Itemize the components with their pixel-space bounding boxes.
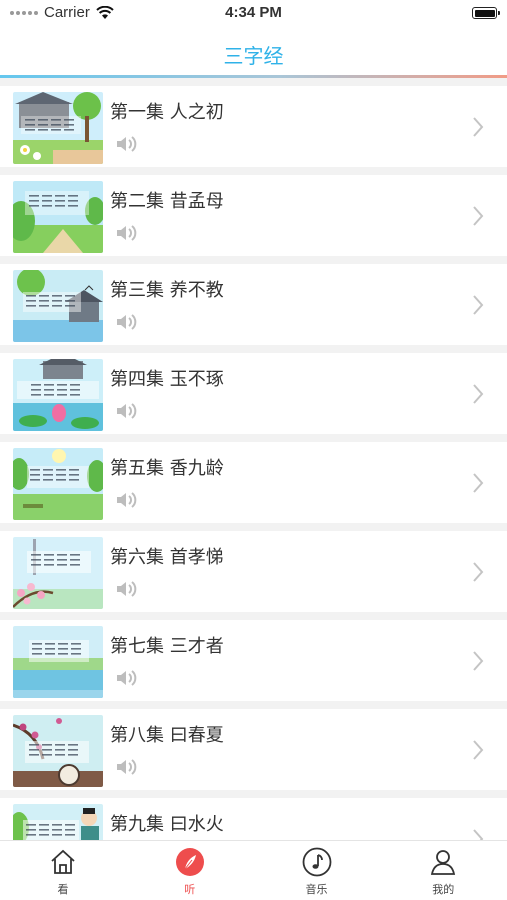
chevron-right-icon	[473, 117, 484, 137]
episode-title: 第七集 三才者	[110, 636, 224, 657]
nav-bar: 三字经	[0, 28, 507, 78]
tab-label: 音乐	[305, 883, 328, 896]
music-note-icon	[302, 847, 332, 877]
episode-title: 第二集 昔孟母	[110, 191, 224, 212]
episode-row[interactable]: 第九集 曰水火	[0, 798, 507, 840]
tab-label: 听	[184, 883, 196, 896]
tab-listen[interactable]: 听	[127, 841, 253, 900]
speaker-icon[interactable]	[113, 754, 139, 780]
episode-row[interactable]: 第三集 养不教	[0, 264, 507, 345]
episode-row[interactable]: 第八集 曰春夏	[0, 709, 507, 790]
speaker-icon[interactable]	[113, 398, 139, 424]
episode-title: 第六集 首孝悌	[110, 547, 224, 568]
episode-thumbnail	[13, 715, 103, 787]
chevron-right-icon	[473, 651, 484, 671]
episode-row[interactable]: 第一集 人之初	[0, 86, 507, 167]
episode-title: 第三集 养不教	[110, 280, 224, 301]
episode-title: 第九集 曰水火	[110, 814, 224, 835]
tab-label: 看	[57, 883, 69, 896]
episode-row[interactable]: 第六集 首孝悌	[0, 531, 507, 612]
tab-watch[interactable]: 看	[0, 841, 126, 900]
chevron-right-icon	[473, 829, 484, 840]
episode-thumbnail	[13, 92, 103, 164]
episode-title: 第五集 香九龄	[110, 458, 224, 479]
speaker-icon[interactable]	[113, 309, 139, 335]
episode-title: 第四集 玉不琢	[110, 369, 224, 390]
person-icon	[428, 847, 458, 877]
chevron-right-icon	[473, 206, 484, 226]
chevron-right-icon	[473, 295, 484, 315]
status-time: 4:34 PM	[225, 4, 282, 21]
tab-label: 我的	[432, 883, 455, 896]
episode-thumbnail	[13, 804, 103, 840]
chevron-right-icon	[473, 562, 484, 582]
speaker-icon[interactable]	[113, 220, 139, 246]
speaker-icon[interactable]	[113, 576, 139, 602]
battery-icon	[472, 7, 500, 19]
episode-row[interactable]: 第四集 玉不琢	[0, 353, 507, 434]
speaker-icon[interactable]	[113, 131, 139, 157]
tab-music[interactable]: 音乐	[254, 841, 380, 900]
page-title: 三字经	[223, 44, 284, 68]
chevron-right-icon	[473, 473, 484, 493]
episode-list[interactable]: 第一集 人之初 第二集 昔孟母 第三集 养不教 第四集 玉不琢 第五集 香九龄 …	[0, 80, 507, 840]
episode-row[interactable]: 第二集 昔孟母	[0, 175, 507, 256]
episode-thumbnail	[13, 270, 103, 342]
chevron-right-icon	[473, 740, 484, 760]
tab-mine[interactable]: 我的	[380, 841, 506, 900]
tab-bar: 看 听 音乐 我的	[0, 840, 507, 900]
episode-title: 第八集 曰春夏	[110, 725, 224, 746]
status-bar: Carrier 4:34 PM	[0, 0, 507, 28]
episode-row[interactable]: 第七集 三才者	[0, 620, 507, 701]
episode-thumbnail	[13, 359, 103, 431]
episode-thumbnail	[13, 537, 103, 609]
episode-thumbnail	[13, 626, 103, 698]
feather-icon	[175, 847, 205, 877]
speaker-icon[interactable]	[113, 665, 139, 691]
episode-thumbnail	[13, 448, 103, 520]
nav-divider	[0, 75, 507, 78]
speaker-icon[interactable]	[113, 487, 139, 513]
chevron-right-icon	[473, 384, 484, 404]
episode-thumbnail	[13, 181, 103, 253]
house-icon	[48, 847, 78, 877]
episode-row[interactable]: 第五集 香九龄	[0, 442, 507, 523]
episode-title: 第一集 人之初	[110, 102, 224, 123]
